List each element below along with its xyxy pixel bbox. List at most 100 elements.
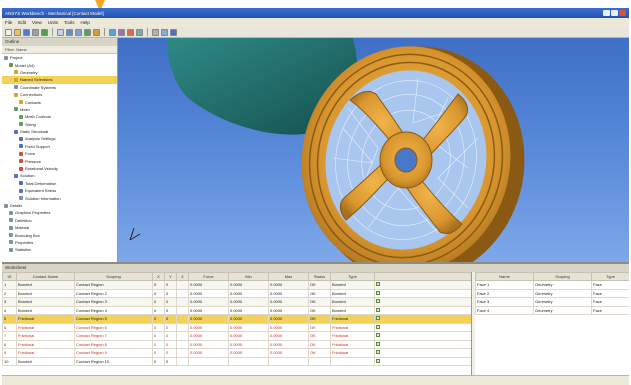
tree-item[interactable]: Graphics Properties: [2, 209, 117, 216]
column-header[interactable]: Status: [308, 272, 331, 281]
column-header[interactable]: Z: [176, 272, 189, 281]
column-header[interactable]: Name: [475, 272, 534, 281]
menu-item-view[interactable]: View: [32, 20, 42, 25]
menu-item-file[interactable]: File: [5, 20, 12, 25]
table-cell: Bonded: [16, 305, 75, 315]
tree-item[interactable]: Contacts: [2, 98, 117, 105]
tree-item[interactable]: Solution: [2, 172, 117, 179]
table-cell: 8: [2, 339, 17, 349]
table-cell: 0.0000: [228, 305, 269, 315]
select-icon[interactable]: [57, 28, 64, 36]
rotate-icon[interactable]: [66, 28, 73, 36]
outline-filter[interactable]: Filter: Name: [2, 46, 117, 54]
column-header[interactable]: X: [152, 272, 165, 281]
tree-item[interactable]: Statistics: [2, 246, 117, 253]
pan-icon[interactable]: [75, 28, 82, 36]
tree-node-icon: [14, 70, 18, 75]
tree-item[interactable]: Static Structural: [2, 128, 117, 135]
wireframe-icon[interactable]: [161, 28, 168, 36]
tree-item[interactable]: Analysis Settings: [2, 135, 117, 142]
tree-item[interactable]: Sizing: [2, 121, 117, 128]
selection-table: Name Scoping Type Face 1 Geometry Face Face 2…: [475, 272, 629, 377]
table-row[interactable]: 6 Frictional Contact Region 6 0 0 0.0000 0.000…: [2, 322, 471, 332]
tree-item-label: Bounding Box: [15, 232, 40, 238]
column-header[interactable]: Type: [330, 272, 375, 281]
maximize-icon[interactable]: [611, 10, 618, 16]
tree-node-icon: [9, 247, 13, 252]
column-header[interactable]: Min: [228, 272, 269, 281]
column-header[interactable]: Force: [188, 272, 229, 281]
print-icon[interactable]: [32, 28, 39, 36]
tree-item[interactable]: Connections: [2, 91, 117, 98]
table-cell: 0: [152, 322, 165, 332]
table-row[interactable]: 7 Frictional Contact Region 7 0 0 0.0000 0.000…: [2, 331, 471, 341]
menu-item-edit[interactable]: Edit: [18, 20, 26, 25]
tree-item[interactable]: Equivalent Stress: [2, 187, 117, 194]
table-row[interactable]: Face 2 Geometry Face: [475, 288, 629, 298]
body-icon[interactable]: [136, 28, 143, 36]
tree-item[interactable]: Named Selections: [2, 76, 117, 84]
tree-item[interactable]: Rotational Velocity: [2, 165, 117, 172]
table-cell: 0.0000: [268, 314, 309, 324]
edge-icon[interactable]: [118, 28, 125, 36]
column-header[interactable]: [374, 272, 471, 281]
menu-item-tools[interactable]: Tools: [64, 20, 75, 25]
tree-item[interactable]: Geometry: [2, 69, 117, 76]
table-row[interactable]: 2 Bonded Contact Region 2 0 0 0.0000 0.0000 0.0…: [2, 288, 471, 298]
tree-item[interactable]: Mesh: [2, 106, 117, 113]
tree-item[interactable]: Fixed Support: [2, 143, 117, 150]
table-row[interactable]: 9 Frictional Contact Region 9 0 0 0.0000 0.000…: [2, 348, 471, 358]
tree-item[interactable]: Total Deformation: [2, 180, 117, 187]
column-header[interactable]: Y: [164, 272, 177, 281]
tree-item-label: Rotational Velocity: [25, 166, 58, 172]
status-check-icon: [376, 358, 380, 363]
tree-item[interactable]: Properties: [2, 239, 117, 246]
table-row[interactable]: 1 Bonded Contact Region 0 0 0.0000 0.0000 0.000…: [2, 280, 471, 290]
tree-item[interactable]: Details: [2, 202, 117, 209]
table-cell: [176, 280, 189, 290]
column-header[interactable]: Contact Name: [16, 272, 75, 281]
tree-item[interactable]: Model (A4): [2, 61, 117, 68]
table-row[interactable]: 3 Bonded Contact Region 3 0 0 0.0000 0.0000 0.0…: [2, 297, 471, 307]
tree-item[interactable]: Solution Information: [2, 194, 117, 201]
table-row[interactable]: Face 1 Geometry Face: [475, 280, 629, 290]
tree-item[interactable]: Coordinate Systems: [2, 84, 117, 91]
fit-icon[interactable]: [93, 28, 100, 36]
table-cell: 0: [164, 288, 177, 298]
table-row[interactable]: 8 Frictional Contact Region 8 0 0 0.0000 0.000…: [2, 339, 471, 349]
table-row[interactable]: 4 Bonded Contact Region 4 0 0 0.0000 0.0000 0.0…: [2, 305, 471, 315]
table-cell: Geometry: [533, 297, 592, 307]
face-icon[interactable]: [109, 28, 116, 36]
undo-icon[interactable]: [41, 28, 48, 36]
table-row[interactable]: 5 Frictional Contact Region 5 0 0 0.0000 0.000…: [2, 314, 471, 324]
graphics-viewport[interactable]: [118, 38, 629, 262]
iso-icon[interactable]: [152, 28, 159, 36]
minimize-icon[interactable]: [603, 10, 610, 16]
column-header[interactable]: Scoping: [533, 272, 592, 281]
column-header[interactable]: Max: [268, 272, 309, 281]
vertex-icon[interactable]: [127, 28, 134, 36]
save-icon[interactable]: [23, 28, 30, 36]
table-cell: Face 3: [475, 297, 534, 307]
table-row[interactable]: Face 4 Geometry Face: [475, 305, 629, 315]
tree-item[interactable]: Project: [2, 54, 117, 61]
toolbar-separator: [52, 28, 53, 36]
tree-item[interactable]: Bounding Box: [2, 231, 117, 238]
tree-item[interactable]: Definition: [2, 217, 117, 224]
menu-item-help[interactable]: Help: [81, 20, 90, 25]
tree-item[interactable]: Material: [2, 224, 117, 231]
zoom-icon[interactable]: [84, 28, 91, 36]
tree-item[interactable]: Pressure: [2, 157, 117, 164]
column-header[interactable]: ID: [2, 272, 17, 281]
open-icon[interactable]: [14, 28, 21, 36]
close-icon[interactable]: [619, 10, 626, 16]
column-header[interactable]: Type: [591, 272, 629, 281]
help-icon[interactable]: [170, 28, 177, 36]
table-row[interactable]: Face 3 Geometry Face: [475, 297, 629, 307]
tree-item[interactable]: Mesh Controls: [2, 113, 117, 120]
tree-item[interactable]: Force: [2, 150, 117, 157]
table-row[interactable]: 10 Bonded Contact Region 10 0 0: [2, 356, 471, 366]
new-icon[interactable]: [5, 28, 12, 36]
menu-item-units[interactable]: Units: [48, 20, 58, 25]
column-header[interactable]: Scoping: [74, 272, 153, 281]
